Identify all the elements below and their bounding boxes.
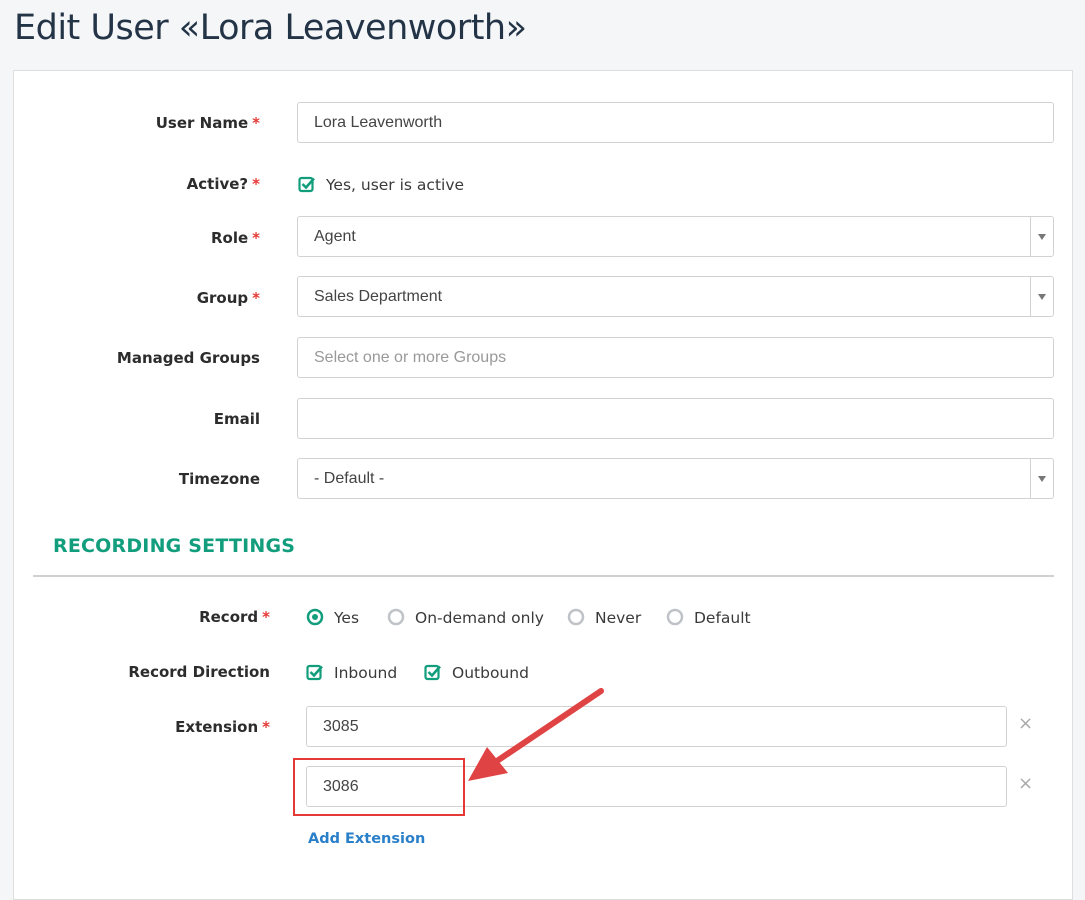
role-select[interactable]: Agent bbox=[297, 216, 1054, 257]
checkbox-checked-icon bbox=[424, 664, 441, 681]
managed-groups-input[interactable]: Select one or more Groups bbox=[297, 337, 1054, 378]
section-divider bbox=[33, 575, 1054, 577]
add-extension-link[interactable]: Add Extension bbox=[308, 831, 425, 847]
annotation-arrow-icon bbox=[468, 688, 604, 781]
email-input[interactable] bbox=[297, 398, 1054, 439]
group-select[interactable]: Sales Department bbox=[297, 276, 1054, 317]
edit-user-form: User Name * Lora Leavenworth Active? * Yes… bbox=[13, 70, 1073, 900]
chevron-down-icon[interactable] bbox=[1030, 217, 1053, 256]
chevron-down-icon[interactable] bbox=[1030, 459, 1053, 498]
timezone-select[interactable]: - Default - bbox=[297, 458, 1054, 499]
record-option-default[interactable]: Default bbox=[666, 608, 751, 627]
record-option-never[interactable]: Never bbox=[567, 608, 641, 627]
required-mark: * bbox=[252, 175, 260, 193]
group-label: Group * bbox=[196, 289, 260, 307]
checkbox-checked-icon bbox=[298, 176, 315, 193]
radio-unselected-icon bbox=[666, 608, 684, 626]
radio-selected-icon bbox=[306, 608, 324, 626]
record-option-on-demand[interactable]: On-demand only bbox=[387, 608, 544, 627]
remove-extension-icon[interactable]: × bbox=[1018, 773, 1033, 794]
radio-unselected-icon bbox=[387, 608, 405, 626]
email-label: Email bbox=[213, 410, 260, 428]
checkbox-checked-icon bbox=[306, 664, 323, 681]
recording-settings-heading: RECORDING SETTINGS bbox=[53, 535, 296, 557]
required-mark: * bbox=[252, 114, 260, 132]
direction-outbound-checkbox[interactable]: Outbound bbox=[424, 663, 529, 682]
user-name-input[interactable]: Lora Leavenworth bbox=[297, 102, 1054, 143]
extension-label: Extension * bbox=[175, 718, 270, 736]
page-title: Edit User «Lora Leavenworth» bbox=[14, 8, 527, 48]
extension-input[interactable]: 3085 bbox=[306, 706, 1007, 747]
record-option-yes[interactable]: Yes bbox=[306, 608, 359, 627]
direction-inbound-checkbox[interactable]: Inbound bbox=[306, 663, 397, 682]
timezone-label: Timezone bbox=[178, 470, 260, 488]
active-checkbox[interactable]: Yes, user is active bbox=[298, 175, 464, 194]
chevron-down-icon[interactable] bbox=[1030, 277, 1053, 316]
record-label: Record * bbox=[199, 608, 270, 626]
required-mark: * bbox=[262, 608, 270, 626]
active-label: Active? * bbox=[186, 175, 260, 193]
radio-unselected-icon bbox=[567, 608, 585, 626]
record-direction-label: Record Direction bbox=[128, 663, 270, 681]
required-mark: * bbox=[252, 289, 260, 307]
role-label: Role * bbox=[210, 229, 260, 247]
managed-groups-label: Managed Groups bbox=[116, 349, 260, 367]
required-mark: * bbox=[252, 229, 260, 247]
highlight-box bbox=[293, 758, 465, 816]
user-name-label: User Name * bbox=[155, 114, 260, 132]
required-mark: * bbox=[262, 718, 270, 736]
remove-extension-icon[interactable]: × bbox=[1018, 713, 1033, 734]
